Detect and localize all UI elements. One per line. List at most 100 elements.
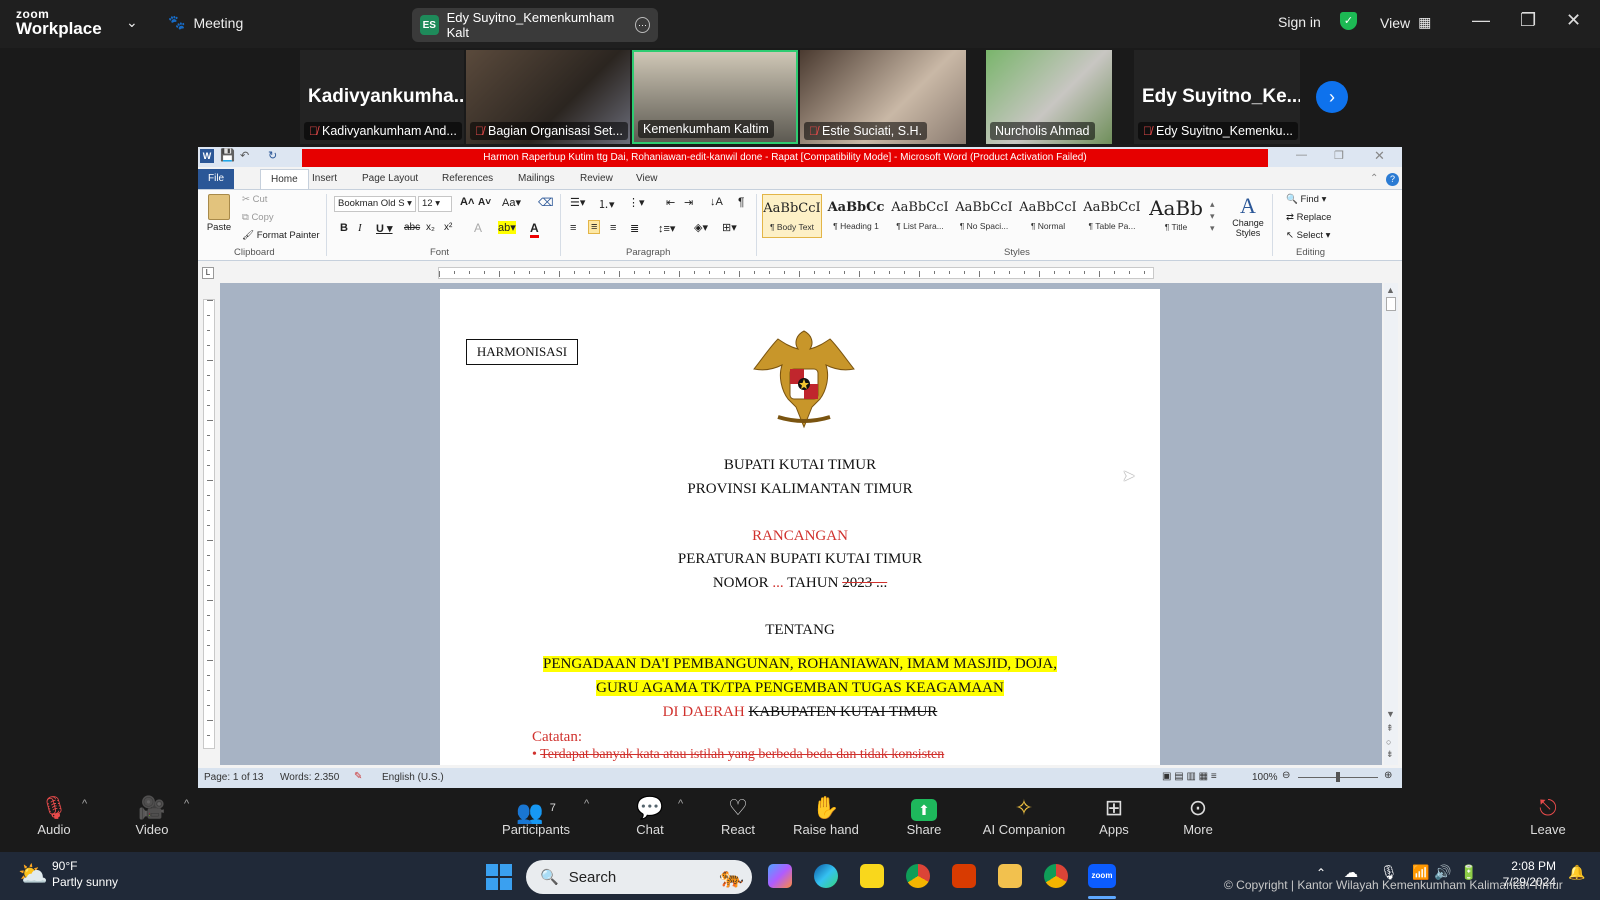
style-normal[interactable]: AaBbCcI ¶ Normal: [1018, 194, 1078, 238]
participants-options-chevron-icon[interactable]: ^: [584, 798, 589, 810]
browse-object-icon[interactable]: ○: [1386, 737, 1391, 747]
multilevel-list-icon[interactable]: ⋮▾: [628, 196, 645, 209]
clear-format-icon[interactable]: ⌫: [538, 196, 554, 209]
align-center-icon[interactable]: ≡: [588, 220, 601, 234]
scroll-down-icon[interactable]: ▼: [1386, 709, 1395, 719]
style-body-text[interactable]: AaBbCcI ¶ Body Text: [762, 194, 822, 238]
view-button[interactable]: View ▦: [1380, 14, 1431, 31]
font-color-icon[interactable]: A: [530, 221, 539, 238]
participant-tile[interactable]: 🎙̸ Bagian Organisasi Set...: [466, 50, 630, 144]
participant-tile[interactable]: Nurcholis Ahmad: [986, 50, 1112, 144]
underline-icon[interactable]: U ▾: [376, 222, 393, 235]
style-heading-1[interactable]: AaBbCc ¶ Heading 1: [826, 194, 886, 238]
superscript-icon[interactable]: x²: [444, 222, 452, 233]
file-explorer-icon[interactable]: [998, 864, 1022, 888]
highlight-icon[interactable]: ab▾: [498, 221, 516, 234]
participant-tile[interactable]: 🎙̸ Estie Suciati, S.H.: [800, 50, 966, 144]
weather-widget[interactable]: 90°F Partly sunny: [52, 858, 118, 890]
more-options-icon[interactable]: ···: [634, 17, 650, 33]
replace-button[interactable]: ⇄ Replace: [1286, 212, 1331, 223]
video-button[interactable]: 🎥 Video: [112, 794, 192, 837]
tab-insert[interactable]: Insert: [312, 169, 337, 189]
leave-button[interactable]: ⎋ Leave: [1508, 794, 1588, 837]
justify-icon[interactable]: ≣: [630, 222, 639, 235]
zoom-level[interactable]: 100%: [1252, 772, 1278, 783]
copy-button[interactable]: ⧉ Copy: [242, 212, 274, 223]
line-spacing-icon[interactable]: ↕≡▾: [658, 222, 675, 235]
decrease-indent-icon[interactable]: ⇤: [666, 196, 675, 209]
styles-scroll-icon[interactable]: ▴ ▾ ▾: [1210, 198, 1215, 234]
chat-options-chevron-icon[interactable]: ^: [678, 798, 683, 810]
bold-icon[interactable]: B: [340, 222, 348, 234]
increase-indent-icon[interactable]: ⇥: [684, 196, 693, 209]
page-count[interactable]: Page: 1 of 13: [204, 772, 264, 783]
paste-button[interactable]: Paste: [204, 194, 234, 233]
restore-icon[interactable]: ❐: [1520, 10, 1536, 31]
help-icon[interactable]: ?: [1386, 173, 1399, 186]
redo-icon[interactable]: ↻: [268, 149, 277, 162]
participants-button[interactable]: 👥 7 Participants: [496, 794, 576, 837]
vertical-scrollbar[interactable]: ▲ ▼ ⇞ ○ ⇟: [1384, 283, 1398, 765]
word-minimize-icon[interactable]: —: [1296, 149, 1307, 161]
tab-home[interactable]: Home: [260, 169, 309, 189]
react-button[interactable]: ♡ React: [698, 794, 778, 837]
style-no-spacing[interactable]: AaBbCcI ¶ No Spaci...: [954, 194, 1014, 238]
borders-icon[interactable]: ⊞▾: [722, 221, 737, 234]
notifications-icon[interactable]: 🔔: [1568, 864, 1585, 881]
office-icon[interactable]: [952, 864, 976, 888]
video-options-chevron-icon[interactable]: ^: [184, 798, 189, 810]
sign-in-link[interactable]: Sign in: [1278, 14, 1321, 30]
copilot-icon[interactable]: [768, 864, 792, 888]
tab-review[interactable]: Review: [580, 169, 613, 189]
scrollbar-thumb[interactable]: [1386, 297, 1396, 311]
sticky-notes-icon[interactable]: [860, 864, 884, 888]
document-page[interactable]: HARMONISASI BUPATI KUTAI TIMUR PROVINSI …: [440, 289, 1160, 765]
strikethrough-icon[interactable]: abc: [404, 222, 420, 233]
next-participants-arrow-icon[interactable]: ›: [1316, 81, 1348, 113]
start-windows-icon[interactable]: [486, 864, 512, 890]
chrome-profile-icon[interactable]: [1044, 864, 1068, 888]
font-size-select[interactable]: 12 ▾: [418, 196, 452, 212]
language-indicator[interactable]: English (U.S.): [382, 772, 444, 783]
zoom-in-icon[interactable]: ⊕: [1384, 770, 1392, 781]
numbering-icon[interactable]: ⒈▾: [598, 196, 615, 212]
format-painter-button[interactable]: 🖌 Format Painter: [242, 230, 320, 241]
audio-options-chevron-icon[interactable]: ^: [82, 798, 87, 810]
style-list-paragraph[interactable]: AaBbCcI ¶ List Para...: [890, 194, 950, 238]
proofing-icon[interactable]: ✎: [354, 771, 362, 782]
word-count[interactable]: Words: 2.350: [280, 772, 339, 783]
vertical-ruler[interactable]: [203, 299, 215, 749]
meeting-menu[interactable]: 🐾 Meeting: [168, 14, 243, 31]
tab-view[interactable]: View: [636, 169, 658, 189]
scroll-up-icon[interactable]: ▲: [1386, 285, 1395, 295]
zoom-slider-thumb[interactable]: [1336, 772, 1340, 782]
ai-companion-button[interactable]: ✧ AI Companion: [964, 794, 1084, 837]
shrink-font-icon[interactable]: A˅: [478, 197, 491, 208]
document-area[interactable]: HARMONISASI BUPATI KUTAI TIMUR PROVINSI …: [220, 283, 1382, 765]
tab-page-layout[interactable]: Page Layout: [362, 169, 418, 189]
italic-icon[interactable]: I: [358, 222, 362, 234]
view-mode-icons[interactable]: ▣ ▤ ▥ ▦ ≡: [1162, 771, 1217, 782]
tab-selector-icon[interactable]: L: [202, 267, 214, 279]
shield-check-icon[interactable]: ✓: [1340, 12, 1357, 30]
participant-tile[interactable]: Edy Suyitno_Ke... 🎙̸ Edy Suyitno_Kemenku.…: [1134, 50, 1300, 144]
chrome-icon[interactable]: [906, 864, 930, 888]
word-close-icon[interactable]: ✕: [1374, 148, 1385, 164]
tab-references[interactable]: References: [442, 169, 493, 189]
raise-hand-button[interactable]: ✋ Raise hand: [786, 794, 866, 837]
share-button[interactable]: ⬆ Share: [884, 794, 964, 837]
sort-icon[interactable]: ↓A: [710, 196, 723, 208]
more-button[interactable]: ⊙ More: [1158, 794, 1238, 837]
save-icon[interactable]: 💾: [220, 148, 235, 162]
participant-tile-active[interactable]: Kemenkumham Kaltim: [632, 50, 798, 144]
change-styles-button[interactable]: A Change Styles: [1228, 194, 1268, 239]
prev-page-icon[interactable]: ⇞: [1386, 723, 1394, 734]
participant-tile[interactable]: Kadivyankumha... 🎙̸ Kadivyankumham And...: [300, 50, 464, 144]
style-table-paragraph[interactable]: AaBbCcI ¶ Table Pa...: [1082, 194, 1142, 238]
taskbar-search[interactable]: 🔍 Search 🐅: [526, 860, 752, 894]
subscript-icon[interactable]: x₂: [426, 222, 435, 233]
style-title[interactable]: AaBb ¶ Title: [1146, 194, 1206, 238]
find-button[interactable]: 🔍 Find ▾: [1286, 194, 1326, 205]
select-button[interactable]: ↖ Select ▾: [1286, 230, 1330, 241]
zoom-app-icon[interactable]: zoom: [1088, 864, 1116, 888]
